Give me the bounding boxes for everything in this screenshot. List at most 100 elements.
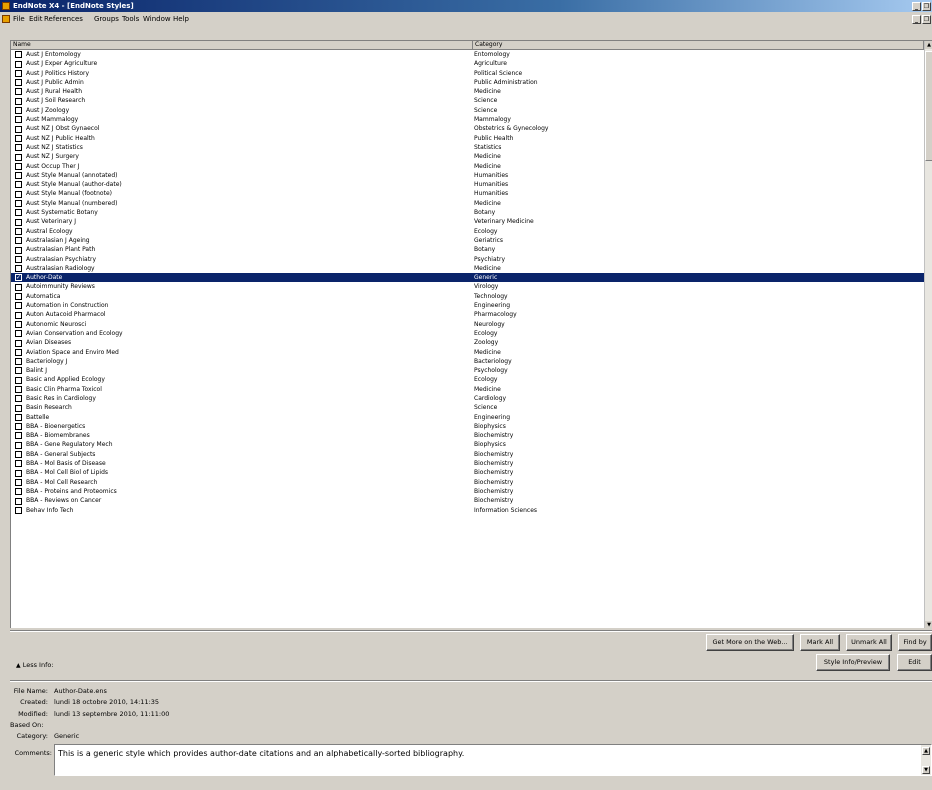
row-checkbox[interactable]	[15, 209, 22, 217]
doc-restore-icon[interactable]: ❐	[922, 15, 931, 24]
styles-list[interactable]: Name Category Aust J Entomology Entomolog…	[10, 40, 932, 628]
less-info-toggle[interactable]: ▲ Less Info:	[16, 661, 54, 669]
column-header-category[interactable]: Category	[473, 41, 924, 49]
list-row[interactable]: Australasian Radiology Medicine	[11, 264, 924, 273]
row-checkbox[interactable]	[15, 190, 22, 198]
row-checkbox[interactable]	[15, 69, 22, 77]
list-row[interactable]: Aust J Zoology Science	[11, 106, 924, 115]
comments-scroll-up-icon[interactable]: ▲	[922, 747, 930, 755]
list-row[interactable]: Aust NZ J Surgery Medicine	[11, 152, 924, 161]
row-checkbox[interactable]	[15, 423, 22, 431]
doc-minimize-icon[interactable]: _	[912, 15, 921, 24]
list-row[interactable]: Australasian Psychiatry Psychiatry	[11, 255, 924, 264]
row-checkbox[interactable]	[15, 506, 22, 514]
menu-tools[interactable]: Tools	[122, 12, 139, 26]
row-checkbox[interactable]	[15, 144, 22, 152]
list-row[interactable]: Basic Res in Cardiology Cardiology	[11, 394, 924, 403]
row-checkbox[interactable]	[15, 172, 22, 180]
list-row[interactable]: Aust Mammalogy Mammalogy	[11, 115, 924, 124]
column-header-name[interactable]: Name	[11, 41, 473, 49]
row-checkbox[interactable]	[15, 116, 22, 124]
edit-button[interactable]: Edit	[897, 654, 932, 671]
row-checkbox[interactable]	[15, 283, 22, 291]
list-row[interactable]: Aust Veterinary J Veterinary Medicine	[11, 217, 924, 226]
find-by-button[interactable]: Find by	[898, 634, 932, 651]
menu-help[interactable]: Help	[173, 12, 189, 26]
list-row[interactable]: BBA - Bioenergetics Biophysics	[11, 422, 924, 431]
row-checkbox[interactable]	[15, 227, 22, 235]
list-row[interactable]: Auton Autacoid Pharmacol Pharmacology	[11, 310, 924, 319]
row-checkbox[interactable]	[15, 460, 22, 468]
row-checkbox[interactable]	[15, 265, 22, 273]
list-row[interactable]: BBA - Proteins and Proteomics Biochemistr…	[11, 487, 924, 496]
list-row[interactable]: Aust Occup Ther J Medicine	[11, 162, 924, 171]
list-row[interactable]: BBA - Mol Cell Biol of Lipids Biochemistr…	[11, 468, 924, 477]
list-row[interactable]: Australasian J Ageing Geriatrics	[11, 236, 924, 245]
row-checkbox[interactable]	[15, 237, 22, 245]
menu-references[interactable]: References	[44, 12, 83, 26]
row-checkbox[interactable]	[15, 469, 22, 477]
list-row[interactable]: Aust Systematic Botany Botany	[11, 208, 924, 217]
row-checkbox[interactable]	[15, 293, 22, 301]
list-row[interactable]: Aust NZ J Obst Gynaecol Obstetrics & Gyne…	[11, 124, 924, 133]
mark-all-button[interactable]: Mark All	[800, 634, 840, 651]
list-row[interactable]: Aust J Soil Research Science	[11, 96, 924, 105]
row-checkbox[interactable]	[15, 395, 22, 403]
row-checkbox[interactable]	[15, 200, 22, 208]
menu-window[interactable]: Window	[143, 12, 171, 26]
list-row[interactable]: Basic Clin Pharma Toxicol Medicine	[11, 385, 924, 394]
list-row[interactable]: Aust J Public Admin Public Administration	[11, 78, 924, 87]
list-row[interactable]: BBA - Gene Regulatory Mech Biophysics	[11, 440, 924, 449]
row-checkbox[interactable]	[15, 348, 22, 356]
menu-file[interactable]: File	[13, 12, 25, 26]
row-checkbox[interactable]	[15, 246, 22, 254]
row-checkbox[interactable]	[15, 497, 22, 505]
row-checkbox[interactable]	[15, 311, 22, 319]
row-checkbox[interactable]	[15, 97, 22, 105]
list-row[interactable]: Bacteriology J Bacteriology	[11, 357, 924, 366]
menu-edit[interactable]: Edit	[29, 12, 43, 26]
scroll-up-icon[interactable]: ▲	[925, 41, 932, 49]
list-row[interactable]: Autonomic Neurosci Neurology	[11, 320, 924, 329]
row-checkbox[interactable]	[15, 451, 22, 459]
list-row[interactable]: Aust J Exper Agriculture Agriculture	[11, 59, 924, 68]
row-checkbox[interactable]	[15, 79, 22, 87]
list-row[interactable]: Automation in Construction Engineering	[11, 301, 924, 310]
row-checkbox[interactable]	[15, 330, 22, 338]
scroll-down-icon[interactable]: ▼	[925, 621, 932, 628]
row-checkbox[interactable]	[15, 404, 22, 412]
list-row[interactable]: Aust Style Manual (annotated) Humanities	[11, 171, 924, 180]
list-row[interactable]: Aust Style Manual (numbered) Medicine	[11, 199, 924, 208]
unmark-all-button[interactable]: Unmark All	[846, 634, 892, 651]
row-checkbox[interactable]	[15, 320, 22, 328]
list-row[interactable]: BBA - Biomembranes Biochemistry	[11, 431, 924, 440]
list-row[interactable]: Aust NZ J Statistics Statistics	[11, 143, 924, 152]
restore-icon[interactable]: ❐	[922, 2, 931, 11]
row-checkbox[interactable]	[15, 125, 22, 133]
row-checkbox[interactable]	[15, 302, 22, 310]
menu-groups[interactable]: Groups	[94, 12, 119, 26]
list-row[interactable]: Avian Conservation and Ecology Ecology	[11, 329, 924, 338]
list-row[interactable]: Basic and Applied Ecology Ecology	[11, 375, 924, 384]
comments-scrollbar[interactable]: ▲ ▼	[921, 745, 931, 775]
list-row[interactable]: Aust J Rural Health Medicine	[11, 87, 924, 96]
list-row[interactable]: Battelle Engineering	[11, 413, 924, 422]
list-row[interactable]: Basin Research Science	[11, 403, 924, 412]
list-row[interactable]: Austral Ecology Ecology	[11, 227, 924, 236]
row-checkbox[interactable]	[15, 358, 22, 366]
row-checkbox[interactable]	[15, 376, 22, 384]
list-row[interactable]: Aviation Space and Enviro Med Medicine	[11, 348, 924, 357]
style-info-preview-button[interactable]: Style Info/Preview	[816, 654, 890, 671]
list-row[interactable]: Aust J Entomology Entomology	[11, 50, 924, 59]
row-checkbox[interactable]	[15, 153, 22, 161]
list-row[interactable]: Balint J Psychology	[11, 366, 924, 375]
scroll-thumb[interactable]	[925, 51, 932, 161]
comments-field[interactable]: This is a generic style which provides a…	[54, 744, 932, 776]
list-row[interactable]: Aust J Politics History Political Science	[11, 69, 924, 78]
row-checkbox[interactable]	[15, 51, 22, 59]
row-checkbox[interactable]	[15, 162, 22, 170]
list-row[interactable]: Aust Style Manual (author-date) Humanitie…	[11, 180, 924, 189]
list-row[interactable]: BBA - Mol Cell Research Biochemistry	[11, 478, 924, 487]
row-checkbox[interactable]	[15, 181, 22, 189]
document-icon[interactable]	[2, 15, 10, 23]
